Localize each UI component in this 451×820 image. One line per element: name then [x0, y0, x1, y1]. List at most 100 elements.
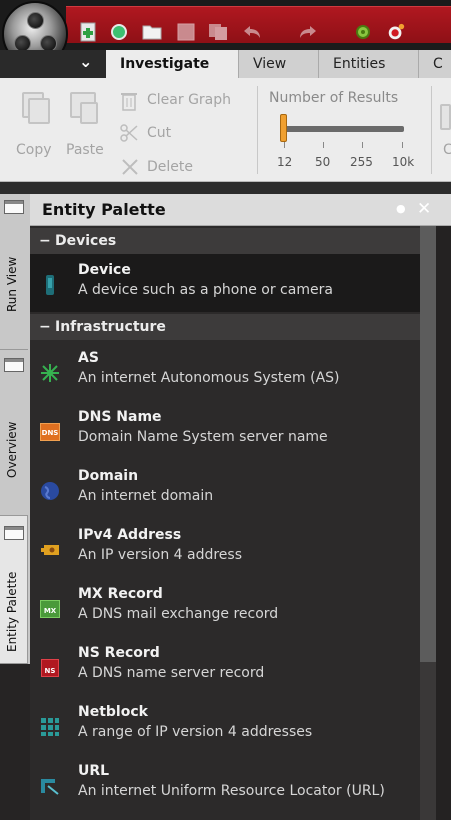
- ns-icon: NS: [40, 658, 60, 678]
- side-tab-empty: [0, 664, 30, 820]
- redo-icon[interactable]: [298, 22, 318, 42]
- orb-hole: [27, 12, 44, 29]
- dns-icon: DNS: [40, 422, 60, 442]
- slider-track[interactable]: [282, 126, 404, 132]
- quick-access-toolbar: [66, 6, 451, 43]
- scissors-icon: [120, 124, 138, 146]
- entity-name: Domain: [78, 468, 139, 484]
- side-tab-label: Entity Palette: [5, 571, 19, 652]
- window-icon: [4, 526, 24, 540]
- panel-gap: [0, 182, 451, 194]
- entity-device[interactable]: Device A device such as a phone or camer…: [30, 254, 435, 312]
- slider-tick: [402, 142, 403, 148]
- partial-button-label: C: [443, 142, 451, 158]
- slider-tick: [284, 142, 285, 148]
- copy-icon-back: [28, 98, 50, 124]
- copy-icon[interactable]: [208, 22, 228, 42]
- clear-graph-label: Clear Graph: [147, 92, 232, 108]
- entity-url[interactable]: URL An internet Uniform Resource Locator…: [30, 755, 435, 813]
- entity-description: An IP version 4 address: [78, 547, 243, 563]
- entity-as[interactable]: AS An internet Autonomous System (AS): [30, 342, 435, 400]
- ribbon-separator: [257, 86, 258, 174]
- ns-badge: NS: [44, 667, 56, 675]
- entity-ipv4-address[interactable]: IPv4 Address An IP version 4 address: [30, 519, 435, 577]
- mx-icon: MX: [40, 599, 60, 619]
- side-tab-label: Overview: [5, 421, 19, 479]
- undo-icon[interactable]: [242, 22, 262, 42]
- entity-name: IPv4 Address: [78, 527, 182, 543]
- collapse-icon: −: [39, 319, 51, 335]
- tab-entities[interactable]: Entities: [318, 50, 418, 78]
- entity-dns-name[interactable]: DNS DNS Name Domain Name System server n…: [30, 401, 435, 459]
- app-titlebar: [0, 0, 451, 67]
- tick-label: 50: [315, 155, 331, 169]
- partial-button-icon[interactable]: [440, 104, 451, 130]
- dns-badge: DNS: [41, 429, 59, 437]
- entity-palette: Entity Palette ● ✕ − Devices Device A dev…: [30, 194, 451, 820]
- category-label: Devices: [55, 233, 117, 249]
- slider-tick: [362, 142, 363, 148]
- minimize-icon[interactable]: ●: [396, 197, 406, 221]
- paste-icon-sheet: [80, 102, 98, 124]
- ribbon-separator: [431, 86, 432, 174]
- side-tab-overview[interactable]: Overview: [0, 350, 28, 516]
- ribbon-investigate: Copy Paste Clear Graph Cut Delete Number…: [0, 78, 451, 182]
- entity-netblock[interactable]: Netblock A range of IP version 4 address…: [30, 696, 435, 754]
- netblock-icon: [40, 717, 60, 737]
- window-icon: [4, 200, 24, 214]
- open-icon[interactable]: [142, 22, 162, 42]
- entity-name: DNS Name: [78, 409, 162, 425]
- category-devices[interactable]: − Devices: [30, 228, 435, 254]
- entity-name: AS: [78, 350, 99, 366]
- tick-label: 10k: [392, 155, 415, 169]
- save-icon[interactable]: [176, 22, 196, 42]
- side-tab-run-view[interactable]: Run View: [0, 194, 28, 350]
- slider-thumb[interactable]: [280, 114, 287, 142]
- entity-description: An internet Uniform Resource Locator (UR…: [78, 783, 385, 799]
- device-icon: [40, 275, 60, 295]
- category-infrastructure[interactable]: − Infrastructure: [30, 314, 435, 340]
- entity-description: A device such as a phone or camera: [78, 282, 333, 298]
- mx-badge: MX: [43, 607, 57, 615]
- new-graph-icon[interactable]: [78, 22, 98, 42]
- entity-ns-record[interactable]: NS NS Record A DNS name server record: [30, 637, 435, 695]
- entity-name: Netblock: [78, 704, 148, 720]
- entity-description: A DNS mail exchange record: [78, 606, 279, 622]
- window-icon: [4, 358, 24, 372]
- tick-label: 255: [350, 155, 373, 169]
- palette-scrollbar-thumb[interactable]: [420, 226, 436, 662]
- paste-label: Paste: [66, 142, 104, 158]
- delete-icon: [121, 158, 139, 180]
- entity-name: URL: [78, 763, 110, 779]
- copy-label: Copy: [16, 142, 52, 158]
- tick-label: 12: [277, 155, 293, 169]
- as-icon: [40, 363, 60, 383]
- ribbon-tab-strip: ⌄ Investigate View Entities C: [0, 50, 451, 78]
- entity-description: An internet domain: [78, 488, 214, 504]
- side-tab-strip: Run View Overview Entity Palette: [0, 194, 30, 820]
- results-title: Number of Results: [269, 90, 399, 106]
- globe-icon: [40, 481, 60, 501]
- slider-tick: [323, 142, 324, 148]
- chevron-down-icon[interactable]: ⌄: [79, 52, 92, 71]
- entity-domain[interactable]: Domain An internet domain: [30, 460, 435, 518]
- side-tab-label: Run View: [5, 256, 19, 312]
- entity-description: Domain Name System server name: [78, 429, 328, 445]
- trash-icon: [121, 91, 137, 115]
- settings-icon[interactable]: [353, 22, 373, 42]
- entity-mx-record[interactable]: MX MX Record A DNS mail exchange record: [30, 578, 435, 636]
- cut-label: Cut: [147, 125, 172, 141]
- tab-investigate[interactable]: Investigate: [106, 50, 238, 78]
- palette-title: Entity Palette: [42, 200, 166, 219]
- tab-partial[interactable]: C: [418, 50, 451, 78]
- record-icon[interactable]: [386, 22, 406, 42]
- entity-name: Device: [78, 262, 131, 278]
- palette-right-edge: [436, 226, 451, 820]
- entity-name: NS Record: [78, 645, 160, 661]
- close-icon[interactable]: ✕: [417, 197, 431, 221]
- new-session-icon[interactable]: [109, 22, 129, 42]
- palette-header: Entity Palette ● ✕: [30, 194, 451, 226]
- side-tab-entity-palette[interactable]: Entity Palette: [0, 516, 28, 664]
- url-icon: [40, 776, 60, 796]
- tab-view[interactable]: View: [238, 50, 318, 78]
